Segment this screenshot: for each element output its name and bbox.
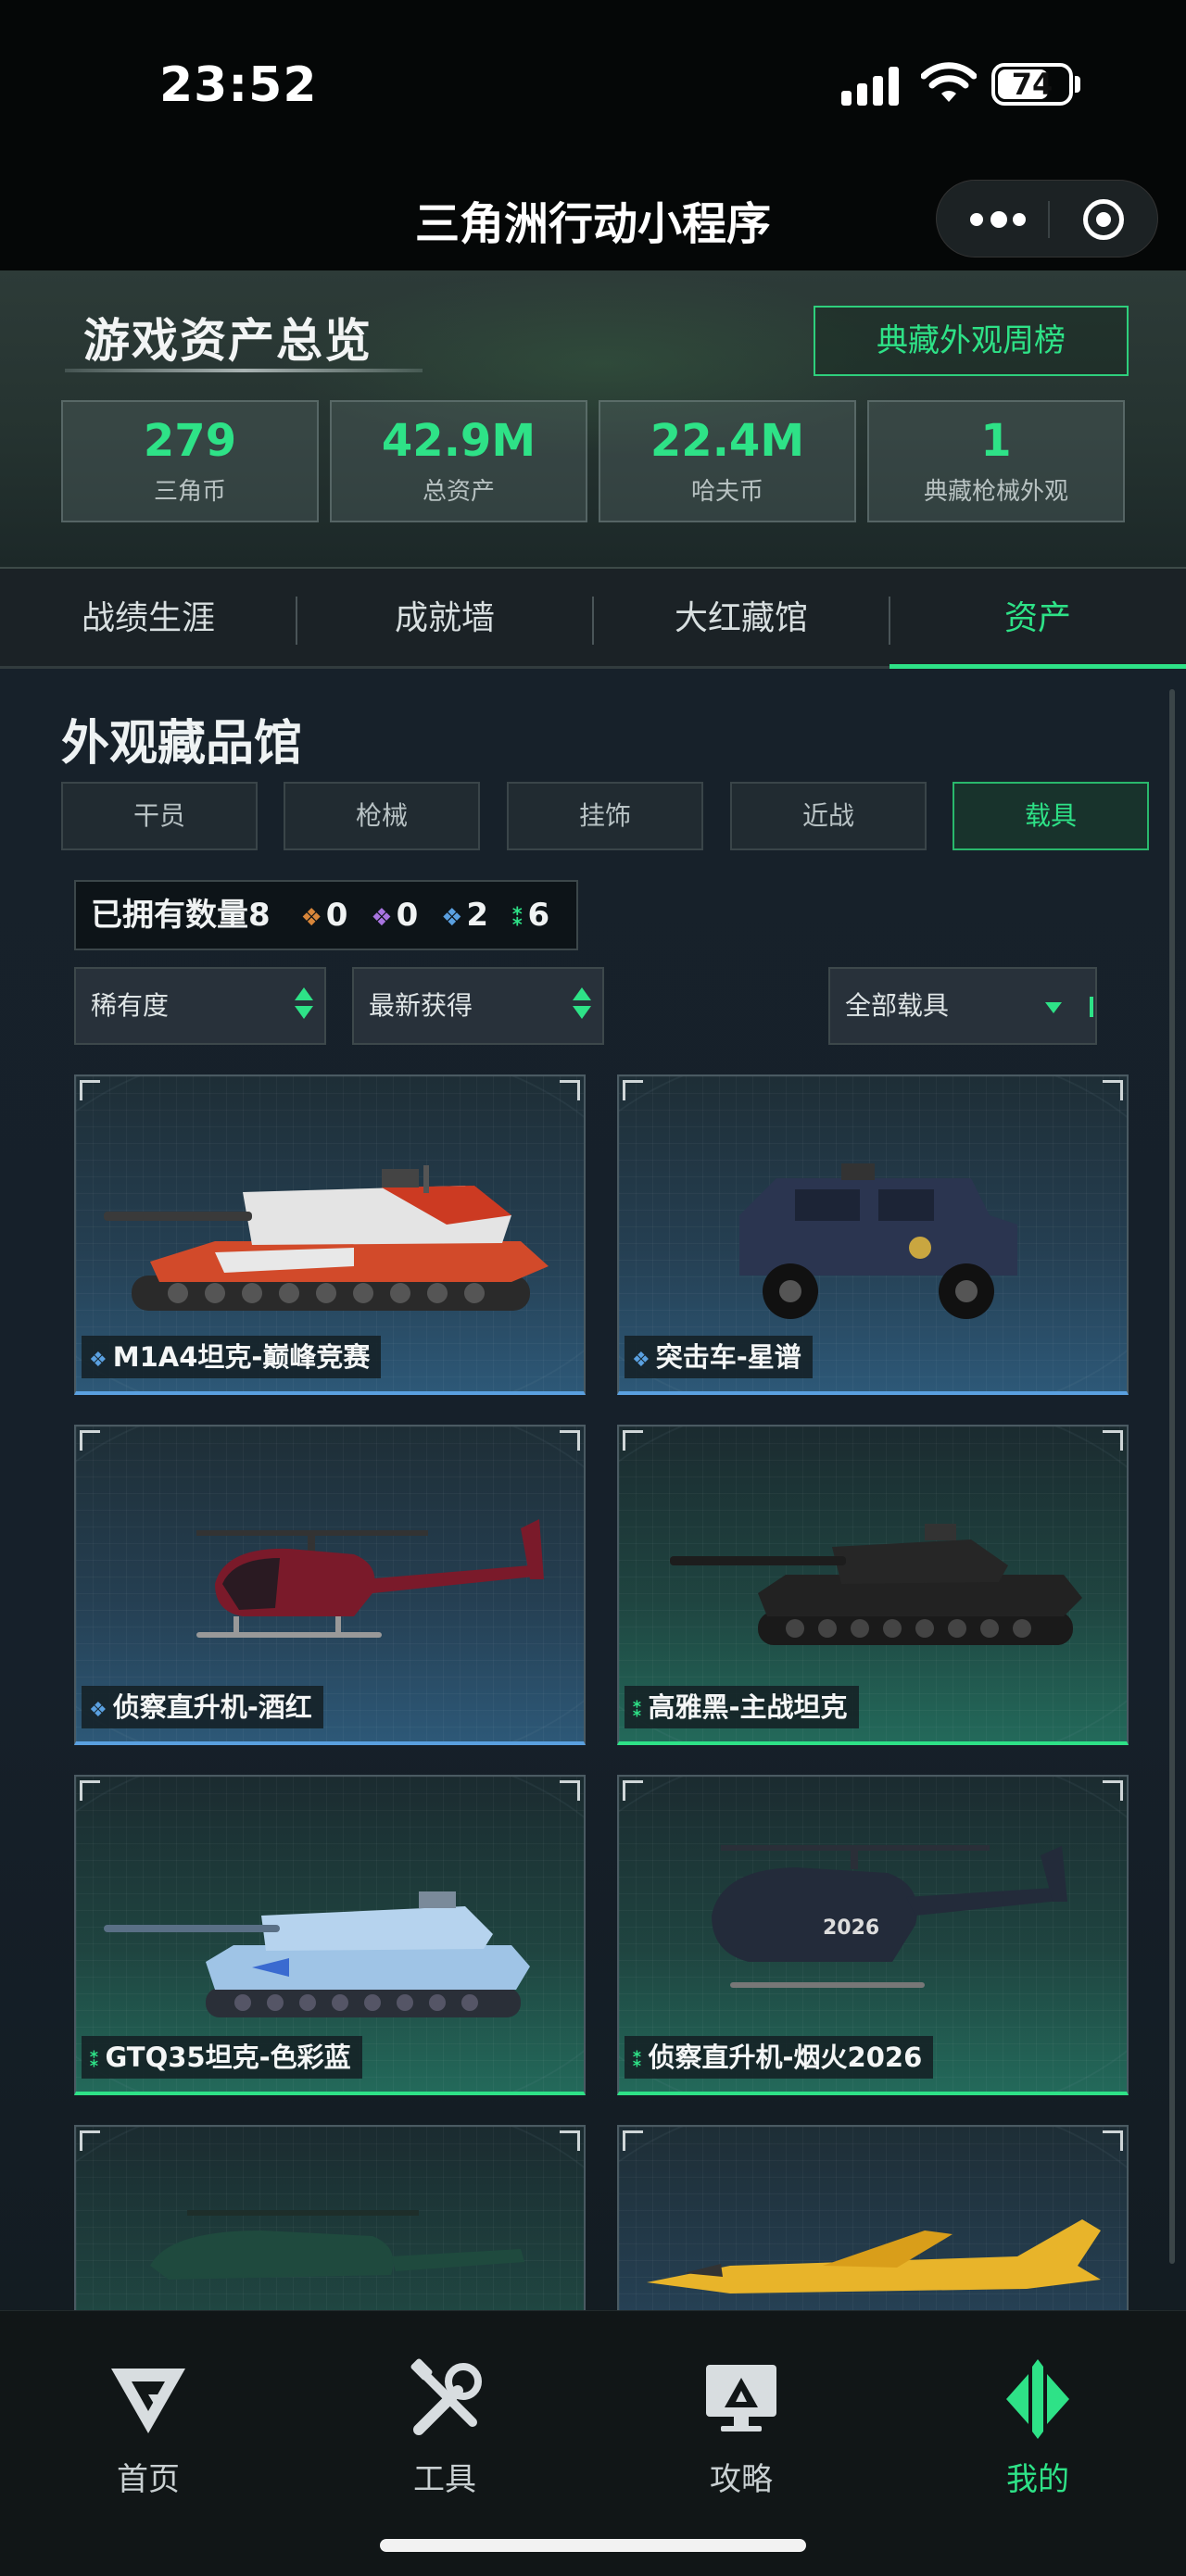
guide-icon — [706, 2365, 776, 2431]
tools-icon — [410, 2358, 482, 2435]
rarity-count-blue: ❖ 2 — [441, 897, 489, 934]
green-rarity-icon: ⁑ — [632, 1699, 643, 1722]
section-title: 外观藏品馆 — [61, 716, 303, 772]
close-mini-program-icon[interactable] — [1083, 199, 1124, 240]
battery-icon: 74 — [991, 63, 1073, 106]
category-tab-melee[interactable]: 近战 — [730, 782, 927, 850]
vehicle-name: ⁑ 侦察直升机-烟火2026 — [625, 2036, 934, 2079]
title-underline — [65, 369, 423, 372]
capsule-menu — [936, 180, 1158, 258]
vehicle-card[interactable]: ❖ 突击车-星谱 — [617, 1074, 1129, 1395]
vehicle-card[interactable]: ⁑ 高雅黑-主战坦克 — [617, 1425, 1129, 1745]
owned-count-box: 已拥有数量8 ❖ 0 ❖ 0 ❖ 2 ⁑ 6 — [74, 880, 578, 950]
nav-label: 首页 — [117, 2461, 180, 2498]
home-indicator[interactable] — [380, 2539, 806, 2552]
category-tab-charms[interactable]: 挂饰 — [507, 782, 703, 850]
weekly-ranking-button[interactable]: 典藏外观周榜 — [814, 306, 1129, 376]
blue-rarity-icon: ❖ — [441, 904, 463, 932]
stat-label: 典藏枪械外观 — [923, 478, 1068, 506]
nav-home[interactable]: 首页 — [0, 2357, 296, 2499]
category-tab-weapons[interactable]: 枪械 — [284, 782, 480, 850]
tab-achievements[interactable]: 成就墙 — [296, 569, 593, 669]
nav-label: 我的 — [1006, 2461, 1069, 2498]
chevron-down-icon — [1045, 1002, 1062, 1013]
owned-count: 已拥有数量8 — [91, 897, 271, 934]
status-time: 23:52 — [159, 57, 318, 113]
battery-percent: 74 — [1011, 67, 1054, 102]
orange-rarity-icon: ❖ — [300, 904, 322, 932]
rarity-count-orange: ❖ 0 — [300, 897, 348, 934]
sort-arrows-icon — [295, 987, 313, 1024]
select-value: 稀有度 — [91, 990, 170, 1021]
stat-card-total-assets: 42.9M 总资产 — [330, 400, 587, 522]
vehicle-name: ❖ 突击车-星谱 — [625, 1336, 813, 1378]
category-tab-operators[interactable]: 干员 — [61, 782, 258, 850]
tab-career[interactable]: 战绩生涯 — [0, 569, 296, 669]
stat-value: 1 — [980, 415, 1012, 467]
nav-profile[interactable]: 我的 — [890, 2357, 1186, 2499]
vehicle-card[interactable]: 2026 ⁑ 侦察直升机-烟火2026 — [617, 1775, 1129, 2095]
stat-label: 总资产 — [422, 478, 495, 506]
profile-icon — [1006, 2359, 1069, 2439]
tab-assets[interactable]: 资产 — [890, 569, 1186, 669]
nav-label: 工具 — [413, 2461, 476, 2498]
bottom-navigation: 首页 工具 攻略 我的 — [0, 2310, 1186, 2576]
stat-card-havoc-coins: 22.4M 哈夫币 — [599, 400, 856, 522]
vehicle-name: ⁑ GTQ35坦克-色彩蓝 — [82, 2036, 362, 2079]
vehicle-card[interactable]: ⁑ GTQ35坦克-色彩蓝 — [74, 1775, 586, 2095]
status-bar: 23:52 74 — [0, 0, 1186, 167]
more-icon[interactable] — [970, 211, 1026, 230]
green-rarity-icon: ⁑ — [632, 2049, 643, 2072]
mini-program-title-bar: 三角洲行动小程序 — [0, 167, 1186, 270]
svg-text:2026: 2026 — [823, 1916, 879, 1940]
acquired-sort-select[interactable]: 最新获得 — [352, 967, 604, 1045]
stat-card-collector-skins: 1 典藏枪械外观 — [867, 400, 1125, 522]
tab-red-vault[interactable]: 大红藏馆 — [593, 569, 890, 669]
stat-label: 哈夫币 — [690, 478, 763, 506]
vehicle-card[interactable]: ❖ 侦察直升机-酒红 — [74, 1425, 586, 1745]
wifi-icon — [921, 62, 977, 102]
stat-value: 42.9M — [381, 415, 536, 467]
stat-value: 279 — [143, 415, 237, 467]
rarity-count-purple: ❖ 0 — [371, 897, 419, 934]
vehicle-name: ❖ M1A4坦克-巅峰竞赛 — [82, 1336, 382, 1378]
sort-arrows-icon — [573, 987, 591, 1024]
rarity-sort-select[interactable]: 稀有度 — [74, 967, 326, 1045]
rarity-count-green: ⁑ 6 — [511, 897, 550, 934]
blue-rarity-icon: ❖ — [89, 1349, 107, 1372]
collection-content: 外观藏品馆 干员 枪械 挂饰 近战 载具 已拥有数量8 ❖ 0 ❖ 0 ❖ 2 ⁑ 6 … — [0, 669, 1186, 2445]
stat-value: 22.4M — [650, 415, 805, 467]
vehicle-name: ⁑ 高雅黑-主战坦克 — [625, 1686, 859, 1728]
nav-label: 攻略 — [710, 2461, 773, 2498]
vehicle-filter-select[interactable]: 全部载具 — [828, 967, 1097, 1045]
home-icon — [111, 2369, 185, 2433]
main-tabs: 战绩生涯 成就墙 大红藏馆 资产 — [0, 569, 1186, 669]
vehicle-name: ❖ 侦察直升机-酒红 — [82, 1686, 323, 1728]
asset-overview-panel: 游戏资产总览 典藏外观周榜 279 三角币 42.9M 总资产 22.4M 哈夫… — [0, 270, 1186, 567]
vehicle-card[interactable]: ❖ M1A4坦克-巅峰竞赛 — [74, 1074, 586, 1395]
category-tab-vehicles[interactable]: 载具 — [953, 782, 1149, 850]
stat-card-delta-coins: 279 三角币 — [61, 400, 319, 522]
purple-rarity-icon: ❖ — [371, 904, 393, 932]
blue-rarity-icon: ❖ — [89, 1699, 107, 1722]
overview-title: 游戏资产总览 — [83, 314, 372, 368]
select-value: 全部载具 — [845, 990, 950, 1021]
cellular-signal-icon — [841, 65, 901, 106]
green-rarity-icon: ⁑ — [511, 904, 524, 932]
select-value: 最新获得 — [369, 990, 473, 1021]
green-rarity-icon: ⁑ — [89, 2049, 100, 2072]
nav-guide[interactable]: 攻略 — [593, 2357, 890, 2499]
stat-label: 三角币 — [153, 478, 226, 506]
scrollbar[interactable] — [1169, 689, 1175, 2264]
nav-tools[interactable]: 工具 — [296, 2357, 593, 2499]
blue-rarity-icon: ❖ — [632, 1349, 650, 1372]
